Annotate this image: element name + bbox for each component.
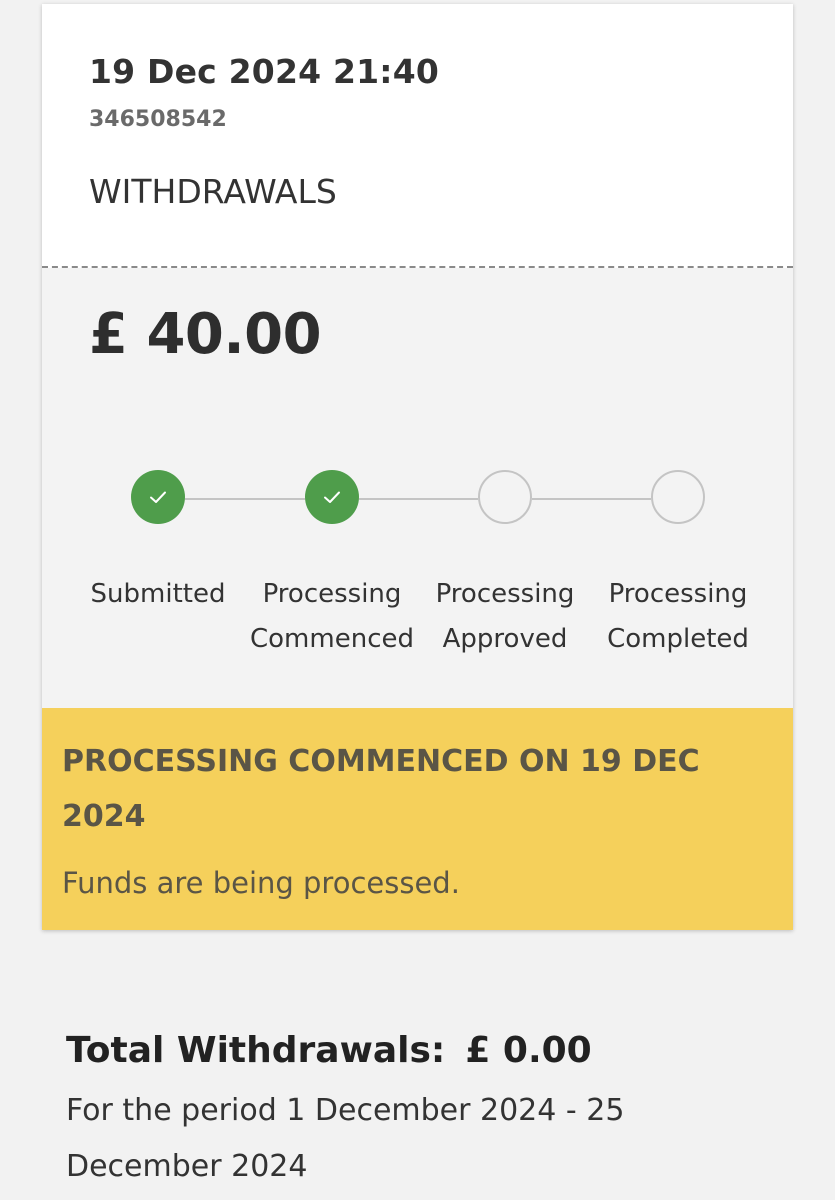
step-label-processing-completed: Processing Completed — [593, 572, 763, 662]
step-connector — [532, 498, 651, 500]
step-label-processing-commenced: Processing Commenced — [247, 572, 417, 662]
step-label-line: Approved — [442, 624, 568, 654]
withdrawal-card: 19 Dec 2024 21:40 346508542 WITHDRAWALS … — [42, 4, 793, 930]
checkmark-icon — [324, 491, 340, 503]
step-indicator-processing-approved — [478, 470, 532, 524]
step-label-processing-approved: Processing Approved — [420, 572, 590, 662]
transaction-header: 19 Dec 2024 21:40 346508542 WITHDRAWALS — [42, 4, 793, 268]
step-connector — [359, 498, 478, 500]
step-label-submitted: Submitted — [73, 572, 243, 617]
total-withdrawals-value: £ 0.00 — [465, 1030, 592, 1071]
total-withdrawals-label: Total Withdrawals: — [66, 1030, 446, 1071]
status-banner-message: Funds are being processed. — [62, 866, 460, 900]
step-label-line: Commenced — [250, 624, 414, 654]
step-label-line: Processing — [435, 579, 575, 609]
withdrawals-summary: Total Withdrawals: £ 0.00 For the period … — [66, 1030, 766, 1195]
step-label-line: Processing — [262, 579, 402, 609]
step-label-line: Processing — [608, 579, 748, 609]
step-label-line: Completed — [607, 624, 749, 654]
status-banner: PROCESSING COMMENCED ON 19 DEC 2024 Fund… — [42, 708, 793, 930]
total-withdrawals-line: Total Withdrawals: £ 0.00 — [66, 1030, 766, 1071]
checkmark-icon — [150, 491, 166, 503]
step-indicator-submitted — [131, 470, 185, 524]
progress-stepper: Submitted Processing Commenced Processin… — [42, 470, 793, 660]
transaction-amount: £ 40.00 — [89, 302, 322, 367]
step-connector — [185, 498, 305, 500]
status-banner-title: PROCESSING COMMENCED ON 19 DEC 2024 — [62, 744, 700, 834]
summary-period: For the period 1 December 2024 - 25 Dece… — [66, 1093, 625, 1184]
transaction-type: WITHDRAWALS — [89, 172, 337, 211]
transaction-reference: 346508542 — [89, 107, 227, 132]
step-label-line: Submitted — [90, 579, 226, 609]
transaction-datetime: 19 Dec 2024 21:40 — [89, 52, 440, 91]
step-indicator-processing-completed — [651, 470, 705, 524]
step-indicator-processing-commenced — [305, 470, 359, 524]
